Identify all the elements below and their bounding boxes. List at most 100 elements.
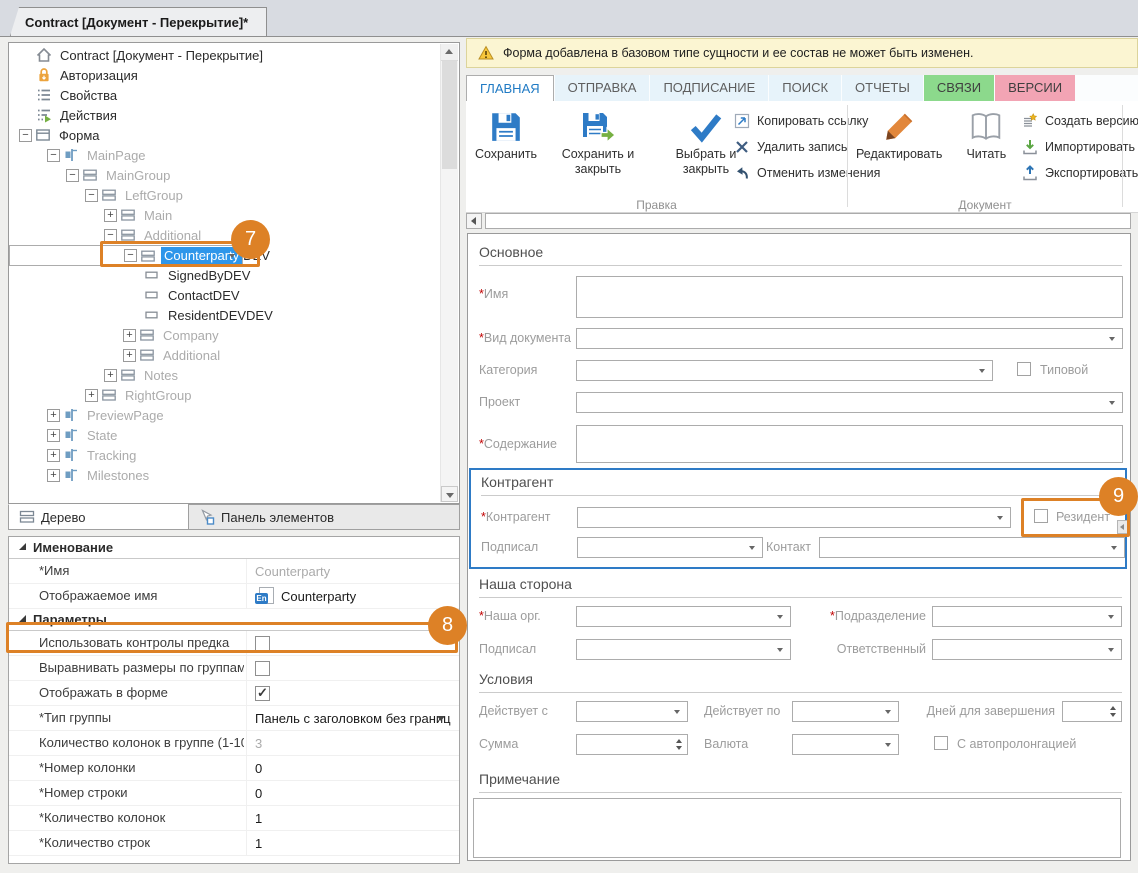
ribbon-button[interactable]: Экспортировать xyxy=(1022,160,1138,186)
tree-item[interactable]: +Notes xyxy=(9,365,441,385)
ribbon-button[interactable]: Создать версию xyxy=(1022,108,1138,134)
tree-item[interactable]: +Tracking xyxy=(9,445,441,465)
panel-tab[interactable]: Панель элементов xyxy=(188,504,460,530)
tree-item[interactable]: +Main xyxy=(9,205,441,225)
tree-item[interactable]: ContactDEV xyxy=(9,285,441,305)
tree-item[interactable]: Авторизация xyxy=(9,65,441,85)
property-value-cell[interactable] xyxy=(255,656,455,680)
ribbon-tab[interactable]: ВЕРСИИ xyxy=(995,75,1075,101)
property-value-cell[interactable]: Панель с заголовком без границ xyxy=(255,706,455,730)
ribbon-tab[interactable]: ОТПРАВКА xyxy=(555,75,650,101)
collapsed-strip[interactable] xyxy=(485,213,1131,229)
name-input[interactable] xyxy=(576,276,1123,318)
property-value-cell[interactable]: 1 xyxy=(255,806,455,830)
document-tab[interactable]: Contract [Документ - Перекрытие]* xyxy=(10,7,267,36)
counterparty-select[interactable] xyxy=(577,507,1011,528)
days-stepper[interactable] xyxy=(1062,701,1122,722)
contact-select[interactable] xyxy=(819,537,1125,558)
expand-box-icon[interactable]: + xyxy=(104,369,117,382)
department-select[interactable] xyxy=(932,606,1122,627)
dropdown-caret-icon[interactable] xyxy=(437,716,445,721)
tree-scrollbar[interactable] xyxy=(440,44,458,502)
property-checkbox[interactable] xyxy=(255,661,270,676)
ribbon-button[interactable]: Сохранить xyxy=(470,103,542,177)
scrollbar-thumb[interactable] xyxy=(442,61,457,169)
expand-box-icon[interactable]: + xyxy=(47,409,60,422)
scroll-up-icon[interactable] xyxy=(441,44,458,61)
ribbon-button[interactable]: Читать xyxy=(950,103,1022,162)
property-value-cell[interactable]: EnCounterparty xyxy=(255,584,455,608)
property-value-cell[interactable] xyxy=(255,681,455,705)
property-value-cell[interactable]: 0 xyxy=(255,756,455,780)
panel-tab[interactable]: Дерево xyxy=(8,504,189,530)
tree-item-label: Форма xyxy=(56,127,103,144)
ribbon-tab[interactable]: ПОИСК xyxy=(769,75,841,101)
scroll-down-icon[interactable] xyxy=(441,486,458,502)
tree-item[interactable]: −LeftGroup xyxy=(9,185,441,205)
tree-item[interactable]: +Company xyxy=(9,325,441,345)
collapse-box-icon[interactable]: − xyxy=(19,129,32,142)
counterparty-signed-select[interactable] xyxy=(577,537,763,558)
valid-to-select[interactable] xyxy=(792,701,899,722)
tree-item[interactable]: +Milestones xyxy=(9,465,441,485)
import-icon xyxy=(1022,139,1038,155)
required-marker: * xyxy=(481,510,486,524)
ribbon-tab[interactable]: ГЛАВНАЯ xyxy=(466,75,554,101)
tree-item[interactable]: Contract [Документ - Перекрытие] xyxy=(9,45,441,65)
property-label: *Тип группы xyxy=(39,710,244,725)
content-input[interactable] xyxy=(576,425,1123,463)
autoprolong-checkbox[interactable] xyxy=(934,736,948,750)
ribbon-tab[interactable]: СВЯЗИ xyxy=(924,75,994,101)
expand-box-icon[interactable]: + xyxy=(123,349,136,362)
tree-item[interactable]: − Форма xyxy=(9,125,441,145)
section-expander-icon[interactable] xyxy=(19,543,26,550)
tree-item[interactable]: +RightGroup xyxy=(9,385,441,405)
tree-item[interactable]: + Additional xyxy=(9,345,441,365)
property-checkbox[interactable] xyxy=(255,686,270,701)
tree-item[interactable]: Действия xyxy=(9,105,441,125)
expand-box-icon[interactable]: + xyxy=(85,389,98,402)
expand-box-icon[interactable]: + xyxy=(47,469,60,482)
note-input[interactable] xyxy=(473,798,1121,858)
tree-item[interactable]: ResidentDEVDEV xyxy=(9,305,441,325)
category-select[interactable] xyxy=(576,360,993,381)
tree-item[interactable]: −MainPage xyxy=(9,145,441,165)
ribbon-tab[interactable]: ОТЧЕТЫ xyxy=(842,75,923,101)
valid-from-select[interactable] xyxy=(576,701,688,722)
doc-kind-select[interactable] xyxy=(576,328,1123,349)
responsible-select[interactable] xyxy=(932,639,1122,660)
amount-stepper[interactable] xyxy=(576,734,688,755)
valid-to-label: Действует по xyxy=(704,704,780,718)
section-expander-icon[interactable] xyxy=(19,615,26,622)
expand-box-icon[interactable]: + xyxy=(47,429,60,442)
ribbon-button[interactable]: Редактировать xyxy=(852,103,946,162)
property-value-cell[interactable]: 3 xyxy=(255,731,455,755)
tree-item[interactable]: +PreviewPage xyxy=(9,405,441,425)
ribbon-tab[interactable]: ПОДПИСАНИЕ xyxy=(650,75,768,101)
property-value-cell[interactable]: Counterparty xyxy=(255,559,455,583)
collapse-box-icon[interactable]: − xyxy=(66,169,79,182)
typical-checkbox[interactable] xyxy=(1017,362,1031,376)
tree-item[interactable]: SignedByDEV xyxy=(9,265,441,285)
our-signed-select[interactable] xyxy=(576,639,791,660)
tree-item[interactable]: +State xyxy=(9,425,441,445)
property-value-cell[interactable]: 0 xyxy=(255,781,455,805)
currency-select[interactable] xyxy=(792,734,899,755)
tree-item-label: Additional xyxy=(160,347,223,364)
tree-item-label: MainGroup xyxy=(103,167,173,184)
ribbon-button[interactable]: Импортировать xyxy=(1022,134,1138,160)
tree-item[interactable]: − MainGroup xyxy=(9,165,441,185)
collapse-box-icon[interactable]: − xyxy=(85,189,98,202)
ribbon-button[interactable]: Сохранить и закрыть xyxy=(546,103,650,177)
collapse-box-icon[interactable]: − xyxy=(104,229,117,242)
our-org-select[interactable] xyxy=(576,606,791,627)
expand-box-icon[interactable]: + xyxy=(123,329,136,342)
project-select[interactable] xyxy=(576,392,1123,413)
collapse-box-icon[interactable]: − xyxy=(47,149,60,162)
collapse-left-icon[interactable] xyxy=(466,213,482,229)
expand-box-icon[interactable]: + xyxy=(104,209,117,222)
property-section-header[interactable]: Именование xyxy=(9,537,459,559)
expand-box-icon[interactable]: + xyxy=(47,449,60,462)
property-value-cell[interactable]: 1 xyxy=(255,831,455,855)
tree-item[interactable]: Свойства xyxy=(9,85,441,105)
